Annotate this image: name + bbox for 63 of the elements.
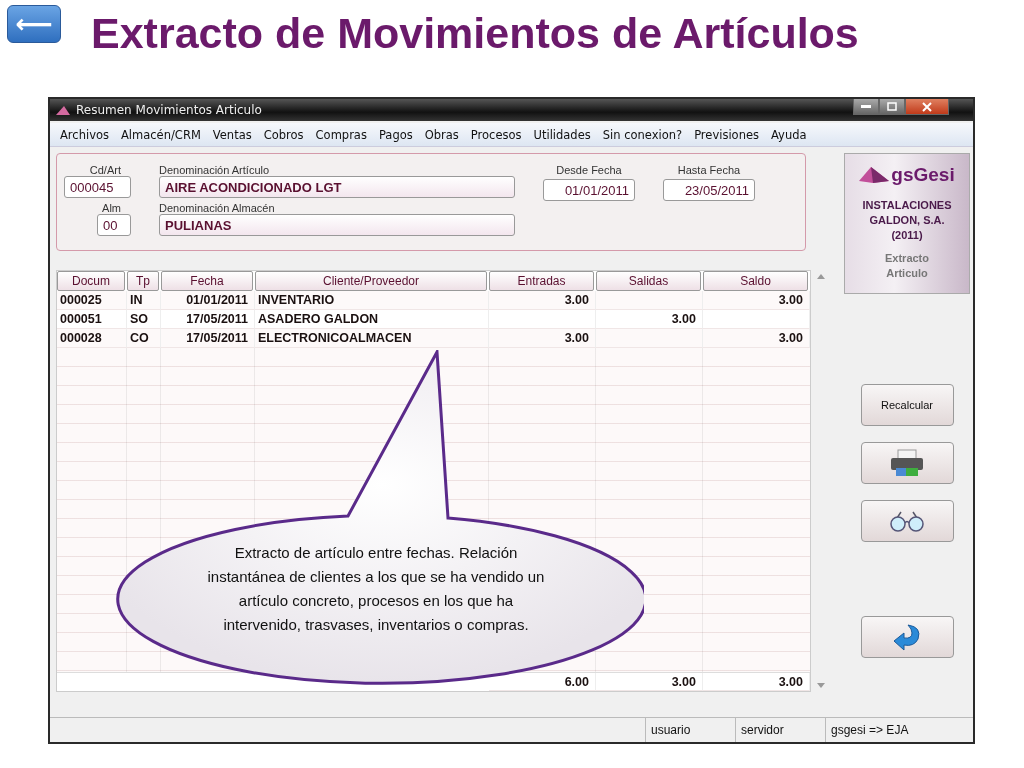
recalculate-button[interactable]: Recalcular (860, 384, 954, 426)
menu-item[interactable]: Almacén/CRM (115, 127, 207, 142)
date-field[interactable]: 01/01/2011 (543, 179, 635, 201)
column-header[interactable]: Cliente/Proveedor (255, 271, 487, 291)
maximize-button[interactable] (879, 99, 905, 115)
status-text: usuario (645, 718, 735, 742)
field-label: Alm (102, 202, 121, 214)
field-label: Denominación Artículo (159, 164, 270, 176)
return-button[interactable] (860, 616, 954, 658)
menu-item[interactable]: Previsiones (688, 127, 765, 142)
column-header[interactable]: Entradas (489, 271, 594, 291)
slide-title: Extracto de Movimientos de Artículos (91, 9, 859, 58)
glasses-icon (889, 510, 925, 532)
status-text: gsgesi => EJA (825, 718, 973, 742)
brand-name: gsGesi (891, 164, 955, 186)
menu-item[interactable]: Obras (418, 127, 465, 142)
date-field[interactable]: 23/05/2011 (663, 179, 755, 201)
module-name: Extracto (885, 251, 929, 266)
callout-text: Extracto de artículo entre fechas. Relación instantánea de clientes a los que se ha vendido un artículo concreto, procesos en los que ha intervenido, trasvases, inventarios o compras. (206, 543, 546, 635)
printer-icon (890, 449, 924, 477)
total-cell: 3.00 (703, 673, 810, 691)
column-header[interactable]: Salidas (596, 271, 701, 291)
menu-item[interactable]: Cobros (257, 127, 310, 142)
scroll-down-icon[interactable] (817, 683, 825, 688)
maximize-icon (887, 102, 897, 111)
input-field[interactable]: PULIANAS (159, 214, 515, 236)
minimize-icon (861, 105, 871, 108)
field-label: Desde Fecha (556, 164, 622, 176)
input-field[interactable]: 000045 (64, 176, 131, 198)
field-label: Hasta Fecha (677, 164, 741, 176)
input-field[interactable]: 00 (97, 214, 131, 236)
column-header[interactable]: Fecha (161, 271, 253, 291)
menu-item[interactable]: Compras (309, 127, 373, 142)
module-name: Articulo (886, 266, 928, 281)
pyramid-logo-icon (859, 167, 890, 183)
menu-item[interactable]: Ventas (206, 127, 258, 142)
close-button[interactable] (905, 99, 949, 115)
menu-item[interactable]: Procesos (464, 127, 528, 142)
field-label: Cd/Art (89, 164, 121, 176)
company-name: INSTALACIONES (862, 198, 952, 213)
window-title: Resumen Movimientos Articulo (76, 103, 263, 117)
total-cell: 3.00 (596, 673, 703, 691)
column-header[interactable]: Tp (127, 271, 159, 291)
field-label: Denominación Almacén (159, 202, 275, 214)
print-button[interactable] (860, 442, 954, 484)
scroll-up-icon[interactable] (817, 274, 825, 279)
column-header[interactable]: Saldo (703, 271, 808, 291)
minimize-button[interactable] (853, 99, 879, 115)
menu-item[interactable]: Sin conexion? (596, 127, 689, 142)
menu-item[interactable]: Pagos (372, 127, 419, 142)
status-text: servidor (735, 718, 825, 742)
return-arrow-icon (892, 623, 922, 651)
menu-item[interactable]: Utilidades (527, 127, 597, 142)
view-button[interactable] (860, 500, 954, 542)
menu-item[interactable]: Ayuda (765, 127, 813, 142)
back-button[interactable]: ⟵ (7, 5, 61, 43)
company-name: (2011) (891, 228, 923, 243)
company-name: GALDON, S.A. (869, 213, 945, 228)
close-icon (922, 101, 932, 112)
input-field[interactable]: AIRE ACONDICIONADO LGT (159, 176, 515, 198)
menu-item[interactable]: Archivos (54, 127, 115, 142)
app-logo-icon (56, 105, 70, 115)
column-header[interactable]: Docum (57, 271, 125, 291)
